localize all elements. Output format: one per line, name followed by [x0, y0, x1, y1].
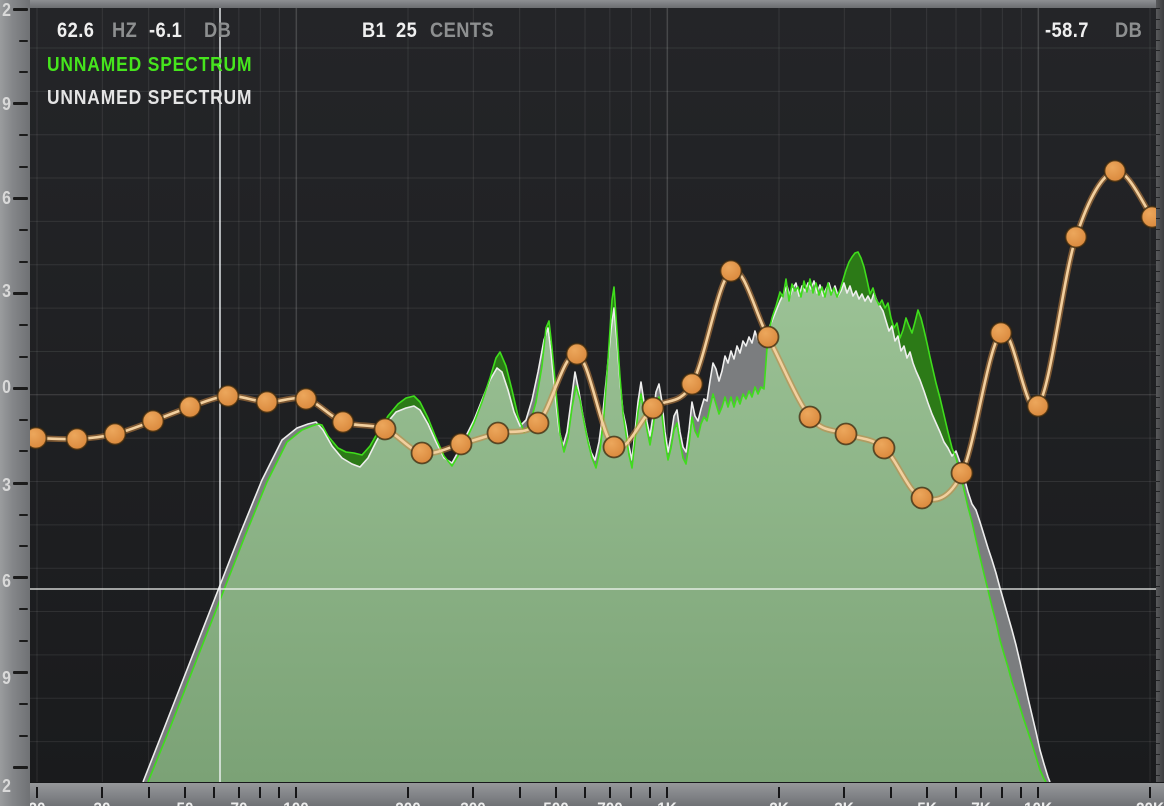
control-point-handle[interactable] — [680, 372, 704, 396]
control-point-handle[interactable] — [872, 436, 896, 460]
spectrum-analyzer-window: 296303692 203050701002003005007001K2K3K5… — [0, 0, 1164, 806]
left-db-ruler: 296303692 — [0, 0, 30, 806]
control-point-handle[interactable] — [373, 417, 397, 441]
control-point-handle[interactable] — [1026, 394, 1050, 418]
control-point-handle[interactable] — [410, 441, 434, 465]
cursor-cents-value: 25 — [396, 19, 418, 42]
spectrum-level-unit: DB — [1115, 19, 1143, 42]
control-point-handle[interactable] — [449, 432, 473, 456]
control-point-handle[interactable] — [65, 427, 89, 451]
cursor-frequency-unit: HZ — [112, 19, 138, 42]
control-point-handle[interactable] — [294, 387, 318, 411]
control-point-handle[interactable] — [719, 259, 743, 283]
control-point-handle[interactable] — [1064, 225, 1088, 249]
control-point-handle[interactable] — [756, 325, 780, 349]
legend-item-live-spectrum[interactable]: UNNAMED SPECTRUM — [47, 54, 252, 77]
control-point-handle[interactable] — [216, 384, 240, 408]
control-point-handle[interactable] — [103, 422, 127, 446]
control-point-handle[interactable] — [602, 435, 626, 459]
control-point-handle[interactable] — [641, 396, 665, 420]
bottom-frequency-ruler: 203050701002003005007001K2K3K5K7K10K20K — [30, 782, 1164, 806]
control-point-handle[interactable] — [798, 405, 822, 429]
control-point-handle[interactable] — [950, 461, 974, 485]
control-point-handle[interactable] — [565, 342, 589, 366]
top-ruler — [30, 0, 1156, 8]
control-point-handle[interactable] — [989, 321, 1013, 345]
control-point-handle[interactable] — [255, 390, 279, 414]
cursor-note-value: B1 — [362, 19, 387, 42]
control-point-handle[interactable] — [526, 411, 550, 435]
control-point-handle[interactable] — [486, 421, 510, 445]
control-point-handle[interactable] — [331, 410, 355, 434]
cursor-cents-unit: CENTS — [430, 19, 495, 42]
control-point-handle[interactable] — [178, 395, 202, 419]
cursor-level-unit: DB — [204, 19, 232, 42]
control-point-handle[interactable] — [910, 486, 934, 510]
control-point-handle[interactable] — [1103, 159, 1127, 183]
right-ruler — [1156, 0, 1164, 806]
spectrum-plot[interactable] — [0, 0, 1164, 806]
control-point-handle[interactable] — [834, 422, 858, 446]
legend-item-reference-spectrum[interactable]: UNNAMED SPECTRUM — [47, 87, 252, 110]
control-point-handle[interactable] — [141, 409, 165, 433]
spectrum-level-value: -58.7 — [1045, 19, 1089, 42]
cursor-level-value: -6.1 — [149, 19, 183, 42]
cursor-frequency-value: 62.6 — [57, 19, 95, 42]
